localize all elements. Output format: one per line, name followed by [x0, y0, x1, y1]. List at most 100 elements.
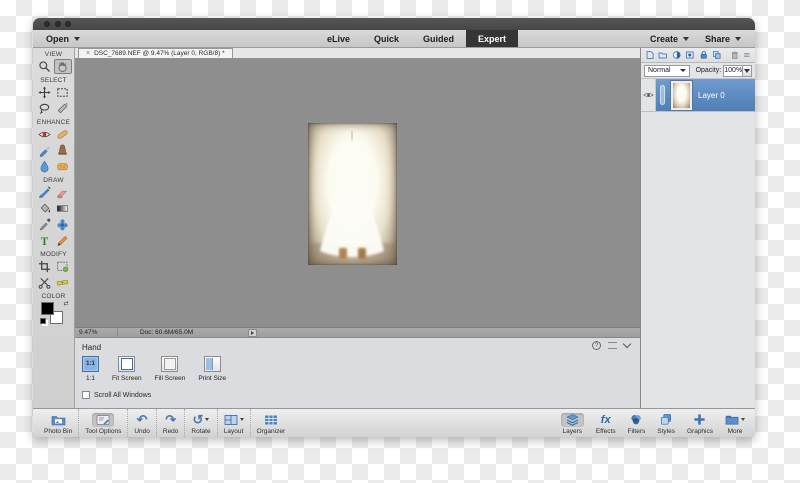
layers-icon — [566, 414, 579, 426]
tab-quick[interactable]: Quick — [362, 30, 411, 47]
chevron-down-icon — [744, 68, 751, 73]
document-area: × DSC_7689.NEF @ 9.47% (Layer 0, RGB/8) … — [75, 48, 640, 408]
adjustment-layer-icon[interactable] — [672, 50, 681, 60]
scroll-all-windows-checkbox[interactable]: Scroll All Windows — [82, 391, 151, 399]
redo-button[interactable]: ↷ Redo — [155, 409, 185, 437]
opacity-value[interactable]: 100% — [723, 64, 744, 77]
menu-bar: Open eLive Quick Guided Expert Create Sh… — [33, 30, 755, 48]
clone-stamp-tool-icon[interactable] — [54, 143, 72, 158]
foreground-color-swatch[interactable] — [40, 302, 54, 315]
effects-button[interactable]: fx Effects — [590, 409, 622, 437]
type-tool-icon[interactable]: T — [35, 233, 53, 248]
tab-elive[interactable]: eLive — [315, 30, 362, 47]
one-to-one-button[interactable]: 1:1 1:1 — [82, 356, 99, 382]
opacity-dropdown[interactable] — [743, 64, 752, 77]
open-button[interactable]: Open — [33, 30, 90, 47]
chevron-down-icon[interactable] — [622, 339, 632, 349]
section-color-label: COLOR — [41, 293, 66, 300]
rotate-button[interactable]: ↺ Rotate — [184, 409, 216, 437]
layer-thumbnail[interactable] — [670, 79, 693, 111]
chevron-down-icon — [74, 36, 81, 41]
blend-opacity-row: Normal Opacity: 100% — [641, 63, 755, 79]
paint-bucket-tool-icon[interactable] — [35, 201, 53, 216]
lock-transparency-icon[interactable] — [712, 50, 721, 60]
layers-button[interactable]: Layers — [555, 409, 590, 437]
close-window-icon[interactable] — [44, 21, 50, 27]
default-colors-icon[interactable] — [39, 318, 46, 324]
document-tab[interactable]: × DSC_7689.NEF @ 9.47% (Layer 0, RGB/8) … — [78, 48, 233, 58]
layer-visibility-cell[interactable] — [641, 79, 656, 111]
crop-tool-icon[interactable] — [35, 259, 53, 274]
eyedropper-tool-icon[interactable] — [35, 217, 53, 232]
doc-size[interactable]: Doc: 60.6M/65.0M — [118, 329, 248, 336]
opacity-label: Opacity: — [695, 67, 722, 74]
layout-button[interactable]: Layout — [216, 409, 250, 437]
panel-menu-icon[interactable] — [608, 342, 617, 349]
print-size-icon — [203, 356, 221, 372]
canvas[interactable] — [75, 59, 640, 327]
eraser-tool-icon[interactable] — [54, 185, 72, 200]
zoom-tool-icon[interactable] — [35, 59, 53, 74]
red-eye-tool-icon[interactable] — [35, 127, 53, 142]
photo-bin-button[interactable]: Photo Bin — [38, 409, 78, 437]
share-button[interactable]: Share — [699, 34, 747, 44]
move-tool-icon[interactable] — [35, 85, 53, 100]
smart-brush-tool-icon[interactable] — [35, 143, 53, 158]
taskbar-right-group: Layers fx Effects Filters Styles Graphic… — [555, 409, 755, 437]
minimize-window-icon[interactable] — [54, 21, 61, 27]
section-select-label: SELECT — [40, 77, 67, 84]
lock-icon[interactable] — [699, 50, 708, 60]
new-group-icon[interactable] — [658, 50, 668, 60]
brush-tool-icon[interactable] — [35, 185, 53, 200]
cookie-cutter-tool-icon[interactable] — [35, 275, 53, 290]
spot-healing-tool-icon[interactable] — [54, 127, 72, 142]
hand-tool-icon[interactable] — [53, 59, 72, 74]
layer-row-body[interactable]: Layer 0 — [656, 79, 755, 111]
pencil-tool-icon[interactable] — [54, 233, 72, 248]
zoom-percent[interactable]: 9.47% — [75, 329, 117, 336]
checkbox-icon[interactable] — [82, 391, 90, 399]
tool-options-button[interactable]: Tool Options — [78, 409, 127, 437]
marquee-tool-icon[interactable] — [54, 85, 72, 100]
svg-text:T: T — [41, 236, 49, 247]
layer-row[interactable]: Layer 0 — [641, 79, 755, 112]
more-folder-icon — [725, 415, 739, 424]
link-layer-icon[interactable] — [660, 85, 665, 105]
recompose-tool-icon[interactable] — [54, 259, 72, 274]
fill-screen-button[interactable]: Fill Screen — [155, 356, 185, 382]
photo-dress-in-doorway[interactable] — [308, 123, 397, 265]
styles-button[interactable]: Styles — [651, 409, 681, 437]
sponge-tool-icon[interactable] — [54, 159, 72, 174]
blend-mode-select[interactable]: Normal — [644, 64, 690, 77]
print-size-button[interactable]: Print Size — [198, 356, 226, 382]
fit-screen-button[interactable]: Fit Screen — [112, 356, 142, 382]
tab-expert[interactable]: Expert — [466, 30, 519, 47]
quick-selection-tool-icon[interactable] — [54, 101, 72, 116]
status-options-arrow[interactable] — [248, 328, 257, 337]
delete-layer-icon[interactable] — [730, 50, 739, 60]
graphics-button[interactable]: Graphics — [681, 409, 719, 437]
undo-button[interactable]: ↶ Undo — [127, 409, 156, 437]
filters-button[interactable]: Filters — [622, 409, 652, 437]
photo-bin-icon — [51, 413, 66, 427]
panel-options-icon[interactable] — [743, 51, 751, 59]
new-layer-icon[interactable] — [645, 50, 654, 60]
lasso-tool-icon[interactable] — [35, 101, 53, 116]
layer-mask-icon[interactable] — [685, 50, 694, 60]
tab-guided[interactable]: Guided — [411, 30, 466, 47]
create-button[interactable]: Create — [644, 34, 695, 44]
more-button[interactable]: More — [719, 409, 751, 437]
menu-right-buttons: Create Share — [644, 34, 755, 44]
tool-options-icon — [92, 412, 115, 427]
shape-tool-icon[interactable] — [54, 217, 72, 232]
blur-tool-icon[interactable] — [35, 159, 53, 174]
swap-colors-icon[interactable]: ⇄ — [63, 300, 68, 307]
section-draw-label: DRAW — [43, 177, 64, 184]
gradient-tool-icon[interactable] — [54, 201, 72, 216]
help-icon[interactable]: ? — [592, 341, 601, 350]
foreground-background-swatches[interactable]: ⇄ — [39, 300, 69, 328]
zoom-window-icon[interactable] — [65, 21, 71, 27]
close-tab-icon[interactable]: × — [86, 50, 90, 57]
organizer-button[interactable]: Organizer — [249, 409, 292, 437]
straighten-tool-icon[interactable] — [54, 275, 72, 290]
